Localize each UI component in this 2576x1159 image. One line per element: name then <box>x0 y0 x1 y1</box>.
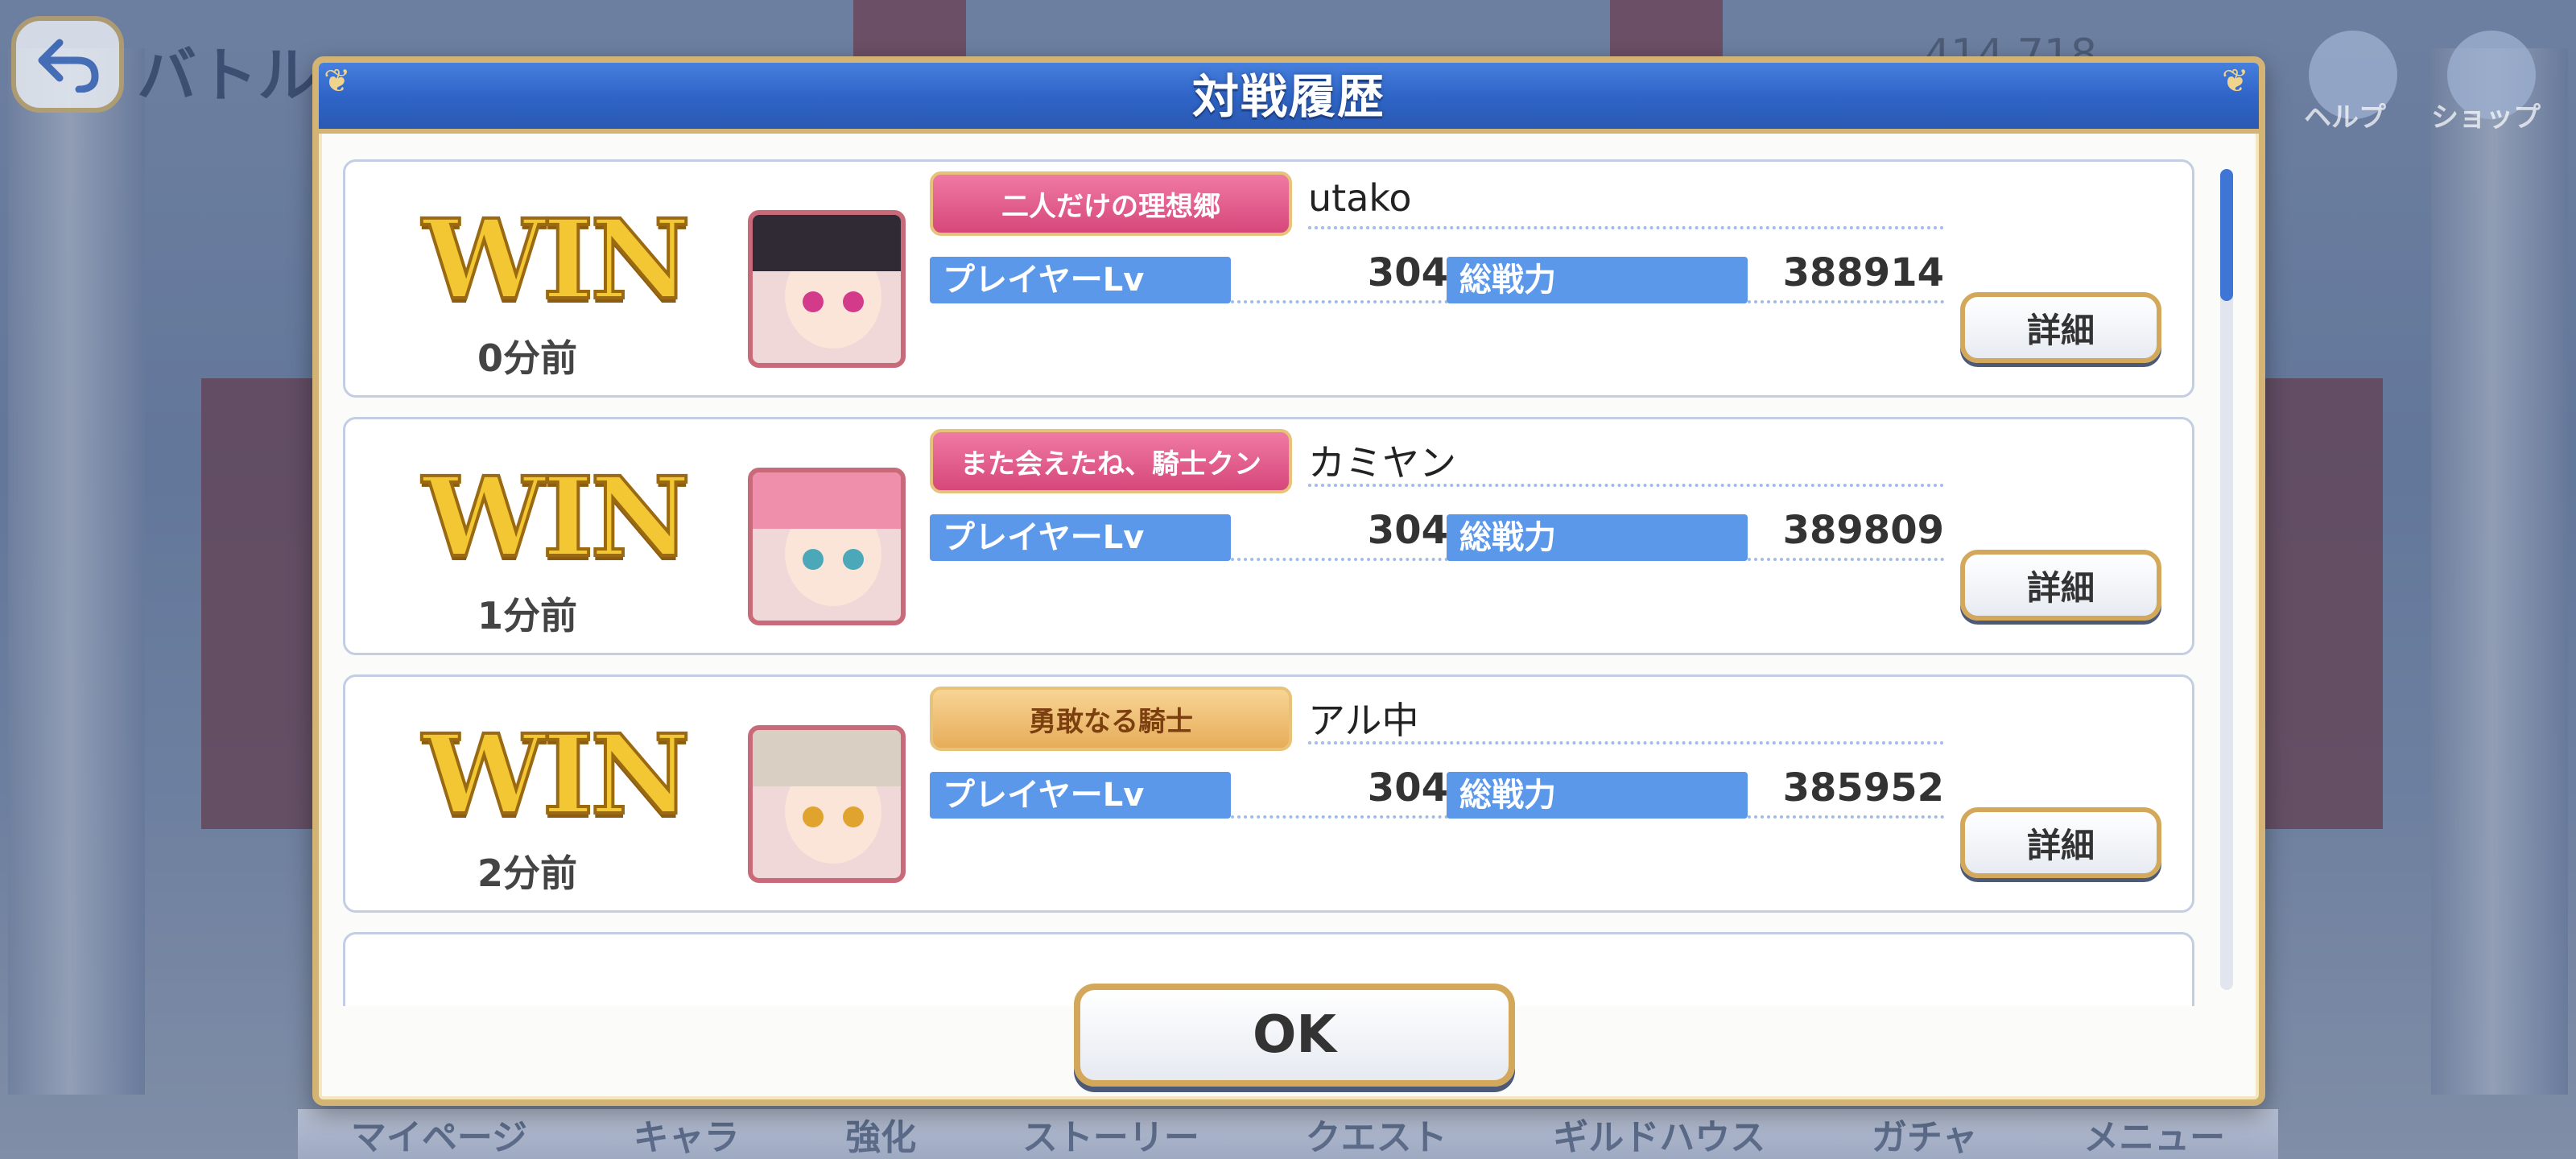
player-lv-value: 304 <box>1367 508 1448 553</box>
win-label: WIN <box>421 452 692 584</box>
avatar <box>748 210 906 368</box>
divider <box>1748 300 1944 303</box>
nav-item-character[interactable]: キャラ <box>634 1108 740 1159</box>
divider <box>1231 300 1448 303</box>
detail-button[interactable]: 詳細 <box>1960 807 2161 878</box>
divider <box>1308 741 1944 744</box>
power-value: 389809 <box>1782 508 1944 553</box>
power-label: 総戦力 <box>1447 257 1748 303</box>
time-ago: 2分前 <box>477 852 578 895</box>
time-ago: 0分前 <box>477 336 578 380</box>
shop-label: ショップ <box>2431 101 2541 134</box>
nav-item-enhance[interactable]: 強化 <box>845 1108 916 1159</box>
nav-item-mypage[interactable]: マイページ <box>351 1108 527 1159</box>
power-value: 385952 <box>1782 765 1944 810</box>
help-label: ヘルプ <box>2304 101 2386 134</box>
back-button[interactable] <box>11 16 124 113</box>
nav-item-quest[interactable]: クエスト <box>1306 1108 1447 1159</box>
player-lv-label: プレイヤーLv <box>930 772 1231 819</box>
scrollbar-thumb[interactable] <box>2220 169 2233 301</box>
ornament-icon: ❦ <box>324 63 351 100</box>
bottom-nav: マイページ キャラ 強化 ストーリー クエスト ギルドハウス ガチャ メニュー <box>298 1109 2278 1159</box>
nav-item-gacha[interactable]: ガチャ <box>1872 1108 1978 1159</box>
player-name: utako <box>1308 176 1412 220</box>
scrollbar[interactable] <box>2220 169 2233 990</box>
dialog-title: 対戦履歴 <box>1191 69 1385 124</box>
ok-button[interactable]: OK <box>1074 984 1515 1087</box>
divider <box>1231 815 1448 819</box>
back-arrow-icon <box>38 39 99 93</box>
emblem-badge: 勇敢なる騎士 <box>930 687 1292 751</box>
ornament-icon: ❦ <box>2222 63 2249 100</box>
player-lv-value: 304 <box>1367 250 1448 295</box>
divider <box>1308 484 1944 487</box>
divider <box>1231 558 1448 561</box>
history-row: WIN 0分前 二人だけの理想郷 utako プレイヤーLv 304 総戦力 3… <box>343 159 2194 398</box>
history-row: WIN 2分前 勇敢なる騎士 アル中 プレイヤーLv 304 総戦力 38595… <box>343 674 2194 913</box>
divider <box>1308 226 1944 229</box>
avatar <box>748 725 906 883</box>
nav-item-menu[interactable]: メニュー <box>2083 1108 2225 1159</box>
nav-item-story[interactable]: ストーリー <box>1022 1108 1199 1159</box>
win-label: WIN <box>421 194 692 326</box>
detail-button[interactable]: 詳細 <box>1960 292 2161 363</box>
win-label: WIN <box>421 709 692 841</box>
player-lv-label: プレイヤーLv <box>930 514 1231 561</box>
battle-history-dialog: ❦ 対戦履歴 ❦ WIN 0分前 二人だけの理想郷 utako プレイヤーLv … <box>312 56 2265 1106</box>
divider <box>1748 558 1944 561</box>
divider <box>1748 815 1944 819</box>
time-ago: 1分前 <box>477 594 578 637</box>
player-name: カミヤン <box>1308 441 1456 485</box>
nav-item-guildhouse[interactable]: ギルドハウス <box>1553 1108 1765 1159</box>
avatar <box>748 468 906 625</box>
screen-title: バトル <box>137 41 318 110</box>
power-label: 総戦力 <box>1447 772 1748 819</box>
player-lv-value: 304 <box>1367 765 1448 810</box>
dialog-header: ❦ 対戦履歴 ❦ <box>319 63 2259 134</box>
detail-button[interactable]: 詳細 <box>1960 550 2161 621</box>
history-list[interactable]: WIN 0分前 二人だけの理想郷 utako プレイヤーLv 304 総戦力 3… <box>343 159 2194 1006</box>
player-lv-label: プレイヤーLv <box>930 257 1231 303</box>
emblem-badge: 二人だけの理想郷 <box>930 171 1292 236</box>
emblem-badge: また会えたね、騎士クン <box>930 429 1292 493</box>
power-value: 388914 <box>1782 250 1944 295</box>
player-name: アル中 <box>1308 699 1419 742</box>
history-row: WIN 1分前 また会えたね、騎士クン カミヤン プレイヤーLv 304 総戦力… <box>343 417 2194 655</box>
power-label: 総戦力 <box>1447 514 1748 561</box>
